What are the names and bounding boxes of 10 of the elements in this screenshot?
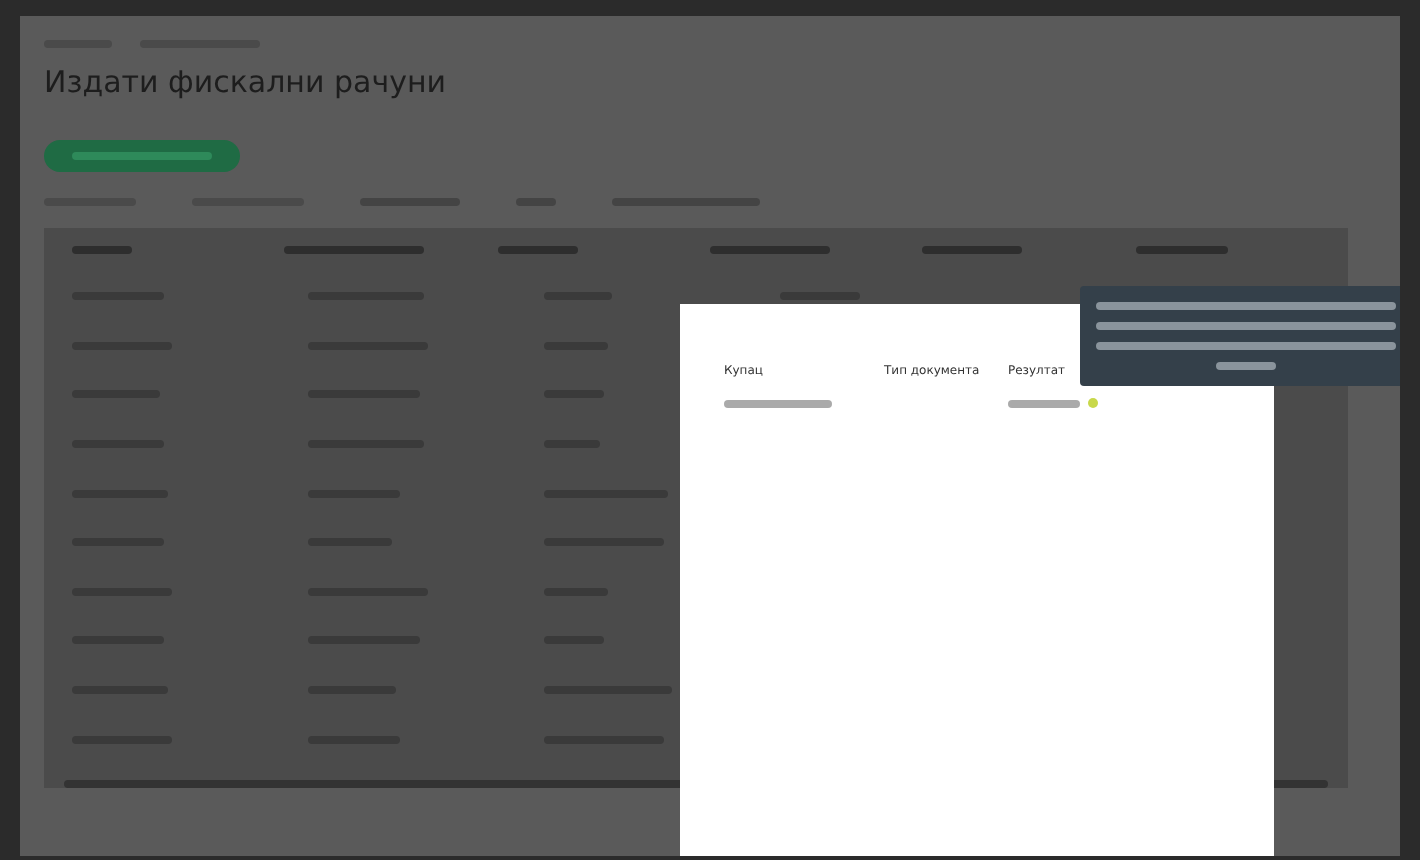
column-header: [284, 245, 425, 254]
column-header: [709, 245, 830, 254]
table-cell: [724, 399, 832, 407]
column-header: [497, 245, 578, 254]
add-button[interactable]: [44, 140, 240, 172]
column-header: [922, 245, 1023, 254]
column-header: [72, 245, 132, 254]
table-cell: [1008, 399, 1080, 407]
page-title: Издати фискални рачуни: [44, 64, 449, 100]
column-header: [1135, 245, 1228, 254]
